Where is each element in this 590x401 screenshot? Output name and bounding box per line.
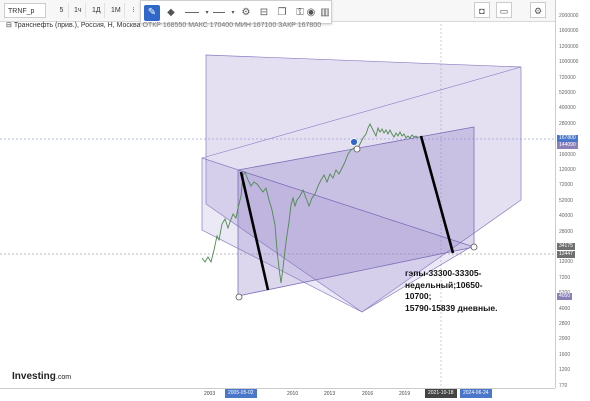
annotation-line: 15790-15839 дневные. [405, 302, 498, 313]
annotation-line: недельный;10650- [405, 279, 483, 290]
price-tick-label: 40000 [559, 213, 573, 220]
price-tick-label: 2800 [559, 321, 571, 327]
interval-more[interactable]: ⁝ [127, 3, 141, 18]
line-style-icon[interactable] [185, 12, 199, 13]
price-tick-label: 1200 [559, 367, 571, 374]
interval-1d[interactable]: 1Д [89, 3, 105, 18]
chart-canvas[interactable] [0, 0, 590, 400]
price-tick-label: 12000 [559, 259, 573, 266]
ohlc-values: ОТКР 168550 МАКС 170400 МИН 167100 ЗАКР … [142, 22, 322, 29]
annotation-line: гэпы-33300-33305- [405, 268, 482, 278]
time-label: 2010 [287, 391, 299, 397]
price-tick-label: 1000000 [559, 59, 579, 66]
price-tag: 144090 [557, 142, 578, 149]
fill-icon[interactable]: ◆ [163, 5, 179, 21]
handle-mid[interactable] [353, 145, 361, 153]
price-tick-label: 400000 [559, 105, 576, 112]
symbol-input[interactable]: TRNF_p [4, 3, 46, 18]
text-annotation[interactable]: гэпы-33300-33305- недельный;10650- 10700… [405, 268, 497, 314]
price-tag: 4050 [557, 293, 573, 300]
price-tick-label: 1600 [559, 351, 571, 358]
investing-logo: Investing.com [12, 371, 71, 382]
instrument-title: Транснефть (прив.), Россия, Н, Москва [13, 22, 141, 29]
handle-bottom-left[interactable] [235, 293, 243, 301]
price-tag: 34175 [557, 243, 575, 250]
handle-selected[interactable] [350, 138, 358, 146]
settings-icon[interactable]: ⚙ [530, 2, 546, 18]
time-label: 2013 [324, 391, 336, 397]
price-tick-label: 2000000 [559, 13, 579, 19]
price-tick-label: 28000 [559, 228, 573, 235]
logo-brand: Investing [12, 371, 56, 382]
chart-legend: ⊟ Транснефть (прив.), Россия, Н, Москва … [6, 21, 321, 29]
price-tick-label: 2000 [559, 336, 571, 343]
price-axis[interactable] [555, 0, 590, 388]
time-tag-start: 2005-05-02 [225, 389, 257, 398]
time-tag-crosshair: 2021-10-18 [425, 389, 457, 398]
interval-1m[interactable]: 1М [108, 3, 125, 18]
price-tag: 167800 [557, 135, 578, 142]
time-label: 2019 [399, 391, 411, 397]
interval-5[interactable]: 5 [55, 3, 69, 18]
collapse-icon[interactable]: ⊟ [6, 22, 12, 29]
price-tick-label: 4000 [559, 305, 571, 312]
layout-icon[interactable]: ▭ [496, 2, 512, 18]
annotation-line: 10700; [405, 291, 432, 301]
price-tick-label: 7200 [559, 274, 571, 281]
logo-suffix: .com [55, 374, 72, 381]
price-tick-label: 520000 [559, 90, 576, 96]
handle-right[interactable] [470, 243, 478, 251]
interval-1h[interactable]: 1ч [71, 3, 86, 18]
line-style-chevron-icon[interactable]: ▾ [199, 5, 215, 21]
time-label: 2003 [204, 391, 216, 397]
trash-icon[interactable]: ▥ [317, 5, 333, 21]
time-tag-end: 2024-06-24 [460, 389, 492, 398]
settings-icon[interactable]: ⚙ [238, 5, 254, 21]
pencil-icon[interactable]: ✎ [144, 5, 160, 21]
price-tick-label: 120000 [559, 167, 576, 173]
price-tick-label: 720000 [559, 74, 576, 81]
price-tick-label: 160000 [559, 151, 576, 158]
price-tick-label: 72000 [559, 182, 573, 189]
price-tag: 12447 [557, 251, 575, 258]
time-label: 2016 [362, 391, 374, 397]
line-width-icon[interactable] [213, 12, 225, 13]
price-tick-label: 52000 [559, 197, 573, 204]
copy-icon[interactable]: ❐ [274, 5, 290, 21]
price-tick-label: 770 [559, 382, 568, 389]
price-tick-label: 280000 [559, 120, 576, 127]
camera-icon[interactable]: ◘ [474, 2, 490, 18]
price-tick-label: 1200000 [559, 43, 579, 50]
template-icon[interactable]: ⊟ [256, 5, 272, 21]
price-tick-label: 1600000 [559, 28, 579, 35]
